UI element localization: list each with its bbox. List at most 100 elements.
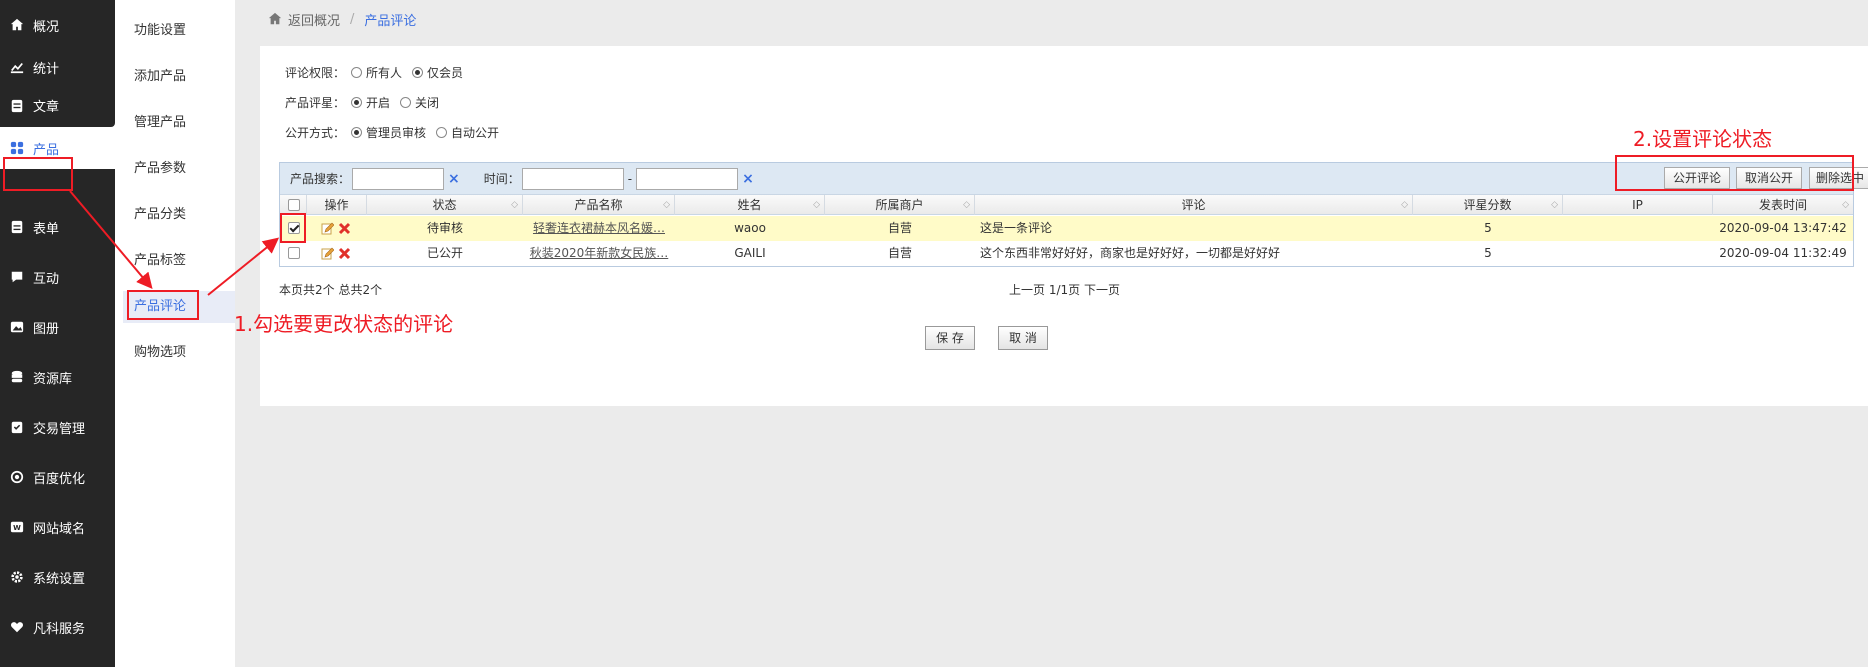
- highlight-box-comments-submenu: [127, 290, 199, 320]
- delete-icon[interactable]: [338, 222, 351, 235]
- cell-status: 待审核: [426, 221, 463, 235]
- time-end-input[interactable]: [636, 167, 739, 190]
- radio-everyone[interactable]: 所有人: [351, 64, 402, 81]
- breadcrumb-current: 产品评论: [364, 13, 417, 29]
- table-row[interactable]: 已公开 秋装2020年新款女民族… GAILI 自营 这个东西非常好好好，商家也…: [280, 241, 1853, 266]
- radio-members-only[interactable]: 仅会员: [412, 64, 463, 81]
- grid-icon: [9, 140, 25, 156]
- select-all-checkbox[interactable]: [288, 199, 300, 211]
- sidebar-item-label: 网站域名: [33, 521, 86, 537]
- sidebar-item-article[interactable]: 文章: [0, 84, 115, 127]
- row-checkbox[interactable]: [288, 247, 300, 259]
- sidebar-item-seo[interactable]: 百度优化: [0, 452, 115, 502]
- edit-icon[interactable]: [321, 247, 334, 260]
- column-header-ip[interactable]: IP: [1563, 195, 1713, 215]
- prev-page-link[interactable]: 上一页: [1009, 283, 1045, 297]
- sidebar-item-interact[interactable]: 互动: [0, 252, 115, 302]
- sidebar-item-label: 百度优化: [33, 471, 86, 487]
- annotation-step-1: 1.勾选要更改状态的评论: [234, 312, 454, 336]
- submenu-item-product-tags[interactable]: 产品标签: [115, 245, 235, 277]
- submenu-item-product-category[interactable]: 产品分类: [115, 199, 235, 231]
- select-all-cell: [280, 195, 307, 215]
- heart-icon: [9, 619, 25, 635]
- sidebar-item-label: 图册: [33, 321, 60, 337]
- submenu-item-manage-product[interactable]: 管理产品: [115, 107, 235, 139]
- sidebar-item-label: 概况: [33, 19, 60, 35]
- trade-icon: [9, 419, 25, 435]
- publish-mode-label: 公开方式：: [285, 126, 346, 140]
- next-page-link[interactable]: 下一页: [1084, 283, 1120, 297]
- radio-admin-review[interactable]: 管理员审核: [351, 124, 426, 141]
- domain-icon: W: [9, 519, 25, 535]
- form-icon: [9, 219, 25, 235]
- table-header: 操作 状态 ◇ 产品名称 ◇ 姓名 ◇ 所属商户 ◇ 评论 ◇ 评星分数 ◇ IP 发表时间…: [280, 194, 1853, 215]
- column-header-product[interactable]: 产品名称 ◇: [523, 195, 675, 215]
- clear-search-icon[interactable]: ×: [448, 171, 460, 187]
- delete-icon[interactable]: [338, 247, 351, 260]
- sidebar-item-label: 资源库: [33, 371, 73, 387]
- product-search-input[interactable]: [352, 167, 445, 190]
- sidebar-item-domain[interactable]: W 网站域名: [0, 502, 115, 552]
- cell-comment: 这个东西非常好好好，商家也是好好好，一切都是好好好: [980, 246, 1281, 260]
- publish-mode-row: 公开方式： 管理员审核 自动公开: [285, 124, 509, 141]
- cell-ip: [1563, 216, 1713, 241]
- cell-score: 5: [1484, 246, 1492, 260]
- radio-rating-on[interactable]: 开启: [351, 94, 390, 111]
- column-header-actions[interactable]: 操作: [307, 195, 367, 215]
- submenu-item-settings[interactable]: 功能设置: [115, 15, 235, 47]
- product-submenu: 功能设置 添加产品 管理产品 产品参数 产品分类 产品标签 产品评论 购物选项: [115, 0, 235, 667]
- submenu-item-shopping-options[interactable]: 购物选项: [115, 337, 235, 369]
- sidebar-item-form[interactable]: 表单: [0, 202, 115, 252]
- cell-score: 5: [1484, 221, 1492, 235]
- cancel-button[interactable]: 取 消: [998, 326, 1048, 350]
- cell-merchant: 自营: [887, 246, 912, 260]
- pager-summary: 本页共2个 总共2个: [279, 283, 383, 297]
- column-header-status[interactable]: 状态 ◇: [367, 195, 523, 215]
- sidebar-item-resources[interactable]: 资源库: [0, 352, 115, 402]
- submenu-item-add-product[interactable]: 添加产品: [115, 61, 235, 93]
- save-button[interactable]: 保 存: [925, 326, 975, 350]
- back-to-overview-link[interactable]: 返回概况: [268, 10, 340, 29]
- sidebar-item-label: 统计: [33, 61, 60, 77]
- column-header-merchant[interactable]: 所属商户 ◇: [825, 195, 975, 215]
- svg-text:W: W: [13, 524, 21, 532]
- comment-permission-label: 评论权限：: [285, 66, 346, 80]
- column-header-score[interactable]: 评星分数 ◇: [1413, 195, 1563, 215]
- radio-rating-off[interactable]: 关闭: [400, 94, 439, 111]
- submenu-item-product-params[interactable]: 产品参数: [115, 153, 235, 185]
- comment-permission-row: 评论权限： 所有人 仅会员: [285, 64, 473, 81]
- cell-ip: [1563, 241, 1713, 266]
- breadcrumb: 返回概况 / 产品评论: [268, 8, 416, 30]
- cell-status: 已公开: [426, 246, 463, 260]
- clear-time-icon[interactable]: ×: [742, 171, 754, 187]
- sidebar-item-service[interactable]: 凡科服务: [0, 602, 115, 652]
- table-row[interactable]: 待审核 轻奢连衣裙赫本风名媛… waoo 自营 这是一条评论 5 2020-09…: [280, 216, 1853, 241]
- page-indicator: 1/1页: [1048, 283, 1081, 297]
- sidebar-item-label: 交易管理: [33, 421, 86, 437]
- product-link[interactable]: 轻奢连衣裙赫本风名媛…: [533, 221, 665, 235]
- radio-auto-publish[interactable]: 自动公开: [436, 124, 499, 141]
- sidebar-item-label: 凡科服务: [33, 621, 86, 637]
- edit-icon[interactable]: [321, 222, 334, 235]
- sidebar-item-label: 产品: [33, 142, 60, 158]
- seo-icon: [9, 469, 25, 485]
- product-link[interactable]: 秋装2020年新款女民族…: [530, 246, 669, 260]
- chat-icon: [9, 269, 25, 285]
- chart-icon: [9, 59, 25, 75]
- sidebar-item-trade[interactable]: 交易管理: [0, 402, 115, 452]
- time-start-input[interactable]: [521, 167, 624, 190]
- column-header-comment[interactable]: 评论 ◇: [975, 195, 1413, 215]
- product-rating-label: 产品评星：: [285, 96, 346, 110]
- sidebar-item-label: 系统设置: [33, 571, 86, 587]
- cell-time: 2020-09-04 11:32:49: [1719, 246, 1847, 260]
- database-icon: [9, 369, 25, 385]
- home-icon: [9, 17, 25, 33]
- sidebar-item-settings[interactable]: 系统设置: [0, 552, 115, 602]
- article-icon: [9, 98, 25, 114]
- column-header-name[interactable]: 姓名 ◇: [675, 195, 825, 215]
- column-header-time[interactable]: 发表时间 ◇: [1713, 195, 1853, 215]
- product-rating-row: 产品评星： 开启 关闭: [285, 94, 449, 111]
- cell-time: 2020-09-04 13:47:42: [1719, 221, 1847, 235]
- product-search-label: 产品搜索：: [290, 172, 351, 186]
- sidebar-item-gallery[interactable]: 图册: [0, 302, 115, 352]
